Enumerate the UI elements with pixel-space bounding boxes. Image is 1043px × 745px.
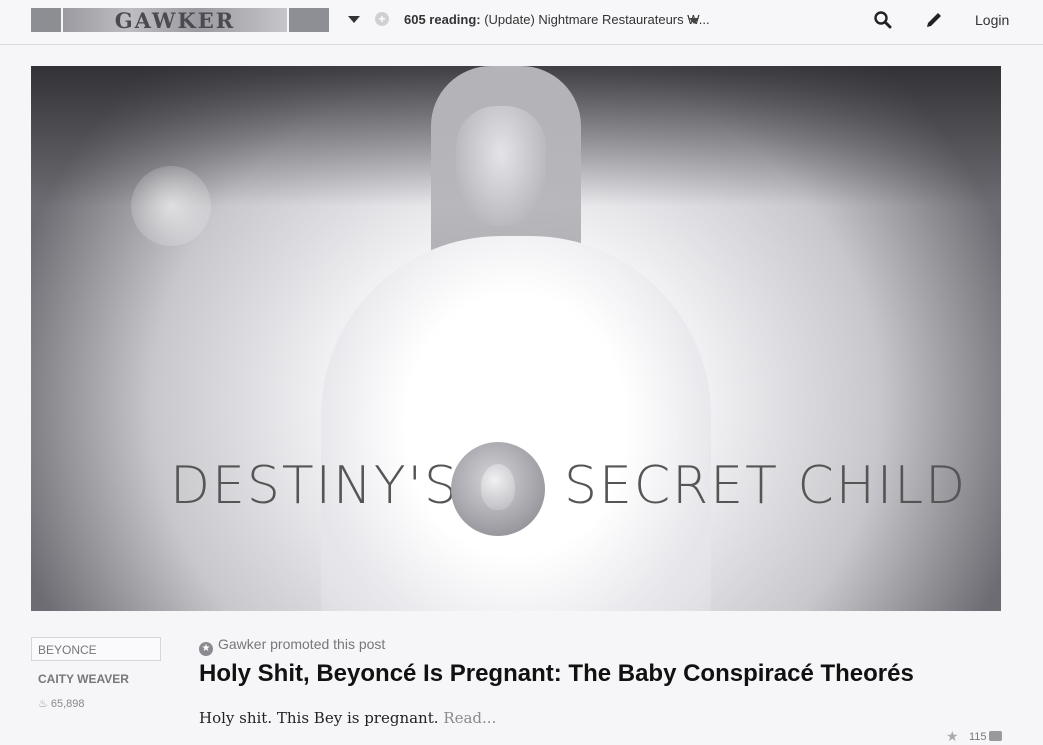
reading-count: 605 reading:: [404, 12, 481, 27]
star-icon: ★: [199, 642, 213, 656]
orb-figure: [481, 464, 515, 510]
login-link[interactable]: Login: [975, 12, 1009, 28]
gawker-logo[interactable]: GAWKER: [31, 7, 329, 33]
reading-title: (Update) Nightmare Restaurateurs W...: [484, 12, 710, 27]
star-icon[interactable]: ★: [946, 728, 959, 745]
site-header: GAWKER + 605 reading: (Update) Nightmare…: [0, 0, 1043, 45]
article-headline[interactable]: Holy Shit, Beyoncé Is Pregnant: The Baby…: [199, 660, 914, 688]
excerpt-text: Holy shit. This Bey is pregnant.: [199, 709, 439, 727]
logo-text: GAWKER: [63, 8, 287, 33]
promo-text: Gawker promoted this post: [218, 636, 386, 652]
hero-figure-face: [456, 106, 546, 226]
hero-orb-image: [451, 442, 545, 536]
hero-light-glow: [131, 166, 211, 246]
hero-figure-dress: [321, 236, 711, 611]
hero-title-right: SECRET CHILD: [564, 456, 968, 516]
comment-icon[interactable]: [989, 731, 1002, 741]
plus-icon[interactable]: +: [375, 12, 389, 26]
article-author[interactable]: CAITY WEAVER: [38, 672, 129, 686]
reading-chevron-down-icon[interactable]: [689, 18, 699, 24]
search-icon[interactable]: [873, 10, 893, 30]
article-tag[interactable]: BEYONCE: [31, 637, 161, 661]
logo-block: [31, 8, 61, 32]
chevron-down-icon[interactable]: [348, 16, 360, 23]
flame-icon: ♨: [38, 698, 48, 710]
promoted-notice: ★ Gawker promoted this post: [199, 636, 385, 656]
hero-title-left: DESTINY'S: [170, 456, 459, 516]
likes-count: 115: [969, 731, 987, 743]
pencil-icon[interactable]: [924, 10, 944, 30]
reading-now-link[interactable]: 605 reading: (Update) Nightmare Restaura…: [404, 12, 710, 27]
hero-image[interactable]: DESTINY'S SECRET CHILD: [31, 66, 1001, 611]
read-more-link[interactable]: Read...: [443, 709, 496, 727]
views-count: 65,898: [50, 698, 85, 710]
logo-tail: [289, 8, 329, 32]
article-excerpt: Holy shit. This Bey is pregnant. Read...: [199, 709, 496, 727]
article-views: ♨ 65,898: [38, 697, 85, 710]
